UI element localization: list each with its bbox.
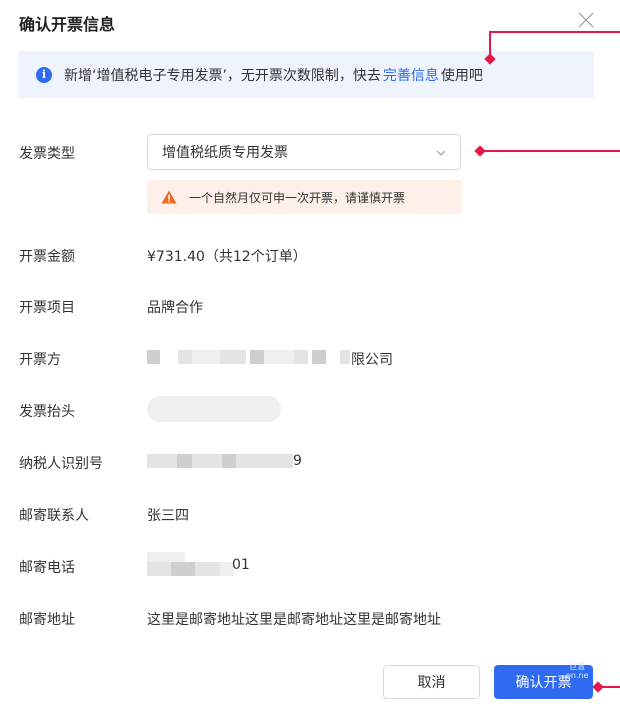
- complete-info-link[interactable]: 完善信息: [383, 65, 439, 85]
- amount-label: 开票金额: [19, 249, 75, 265]
- warning-banner: 一个自然月仅可申一次开票，请谨慎开票: [147, 180, 462, 214]
- item-value: 品牌合作: [147, 300, 203, 316]
- annotation-dot: [592, 681, 604, 693]
- tax-id-label: 纳税人识别号: [19, 456, 103, 472]
- phone-value-suffix: 01: [232, 557, 250, 573]
- warning-text: 一个自然月仅可申一次开票，请谨慎开票: [189, 190, 406, 205]
- notice-banner: i 新增‘增值税电子专用发票’，无开票次数限制，快去 完善信息 使用吧: [18, 51, 594, 98]
- invoice-type-selected: 增值税纸质专用发票: [162, 145, 288, 161]
- address-label: 邮寄地址: [19, 612, 75, 628]
- notice-text-prefix: 新增‘增值税电子专用发票’，无开票次数限制，快去: [64, 67, 381, 84]
- dialog-title: 确认开票信息: [19, 15, 116, 34]
- contact-value: 张三四: [147, 508, 189, 524]
- notice-text-suffix: 使用吧: [440, 67, 483, 84]
- invoice-type-select[interactable]: 增值税纸质专用发票: [147, 134, 461, 170]
- invoice-type-label: 发票类型: [19, 146, 75, 162]
- warning-triangle-icon: [161, 190, 177, 204]
- header-label: 发票抬头: [19, 404, 75, 420]
- cancel-button[interactable]: 取消: [383, 665, 480, 699]
- annotation-line: [489, 31, 620, 33]
- issuer-value-suffix: 限公司: [351, 352, 393, 368]
- issuer-label: 开票方: [19, 352, 61, 368]
- watermark: 巨置 on.ne: [566, 662, 589, 680]
- amount-value: ¥731.40（共12个订单）: [147, 249, 307, 265]
- phone-label: 邮寄电话: [19, 560, 75, 576]
- close-icon[interactable]: [576, 10, 596, 30]
- contact-label: 邮寄联系人: [19, 508, 89, 524]
- info-icon: i: [36, 66, 52, 83]
- annotation-line: [483, 150, 620, 152]
- chevron-down-icon: [436, 150, 446, 156]
- tax-id-value-suffix: 9: [293, 453, 302, 469]
- annotation-dot: [474, 145, 486, 157]
- header-redacted: [147, 396, 281, 422]
- item-label: 开票项目: [19, 300, 75, 316]
- address-value: 这里是邮寄地址这里是邮寄地址这里是邮寄地址: [147, 612, 441, 628]
